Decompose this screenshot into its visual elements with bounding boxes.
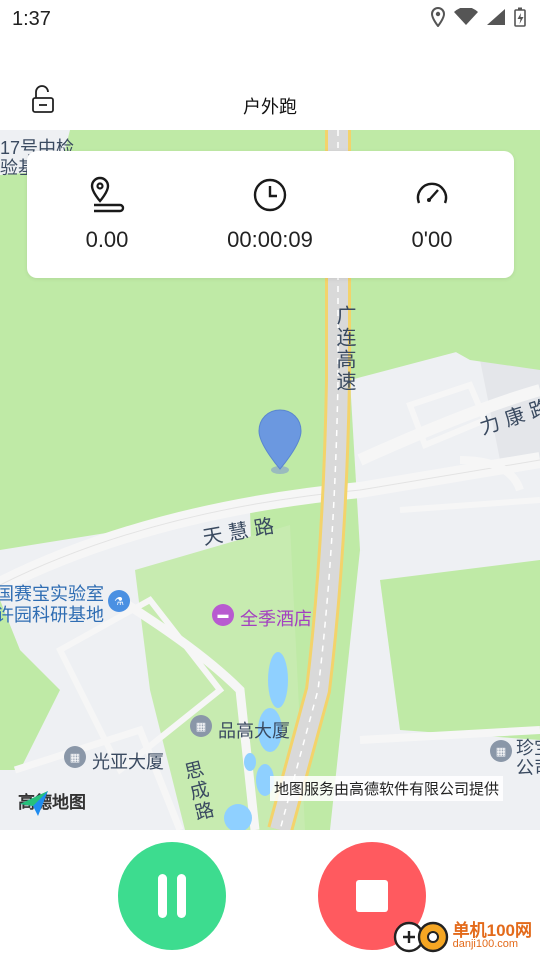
duration-value: 00:00:09 (227, 227, 313, 252)
page: 1:37 户外跑 17号中检 验基 广连高速 力康路 天慧路 国赛宝实验室 许园… (0, 0, 540, 960)
location-distance-icon (27, 175, 187, 215)
stop-icon (356, 880, 388, 912)
watermark-logo-icon (393, 921, 448, 953)
map-attribution: 地图服务由高德软件有限公司提供 (270, 776, 504, 801)
amap-logo-icon (20, 791, 48, 816)
watermark-sub: danji100.com (452, 938, 519, 950)
speedometer-icon (352, 175, 512, 215)
clock-icon (190, 175, 350, 215)
battery-icon (514, 7, 526, 32)
map-label-guangya: 光亚大厦 (92, 752, 164, 772)
lab-poi-icon: ⚗ (108, 590, 130, 612)
watermark-main: 单机100网 (452, 921, 532, 940)
signal-icon (486, 8, 506, 31)
status-time: 1:37 (12, 8, 51, 30)
location-status-icon (430, 6, 446, 32)
stat-pace: 0'00 (352, 175, 512, 253)
stat-duration: 00:00:09 (190, 175, 350, 253)
stat-distance: 0.00 (27, 175, 187, 253)
map-label-highway: 广连高速 (333, 305, 355, 393)
wifi-icon (454, 7, 478, 31)
amap-logo: 高德地图 (18, 788, 86, 816)
building-poi-icon-pingao: ▦ (190, 715, 212, 737)
distance-value: 0.00 (85, 227, 129, 252)
pace-value: 0'00 (411, 227, 453, 252)
hotel-poi-icon[interactable]: ▬ (212, 604, 234, 626)
stats-card: 0.00 00:00:09 0'00 (27, 151, 514, 278)
map-label-pingao: 品高大厦 (218, 721, 290, 741)
map-label-hotel: 全季酒店 (240, 609, 312, 629)
map-label-lab-left2: 许园科研基地 (0, 605, 104, 625)
header: 户外跑 (0, 60, 540, 140)
status-icons (430, 6, 526, 32)
pause-icon (158, 874, 186, 918)
watermark: 单机100网 danji100.com (393, 918, 532, 954)
page-title: 户外跑 (243, 97, 297, 117)
watermark-text: 单机100网 danji100.com (453, 922, 532, 950)
map-label-zhen2: 公司 (516, 758, 540, 778)
status-bar: 1:37 (0, 0, 540, 40)
building-poi-icon-zhen: ▦ (490, 740, 512, 762)
pause-button[interactable] (118, 842, 226, 950)
building-poi-icon-guangya: ▦ (64, 746, 86, 768)
